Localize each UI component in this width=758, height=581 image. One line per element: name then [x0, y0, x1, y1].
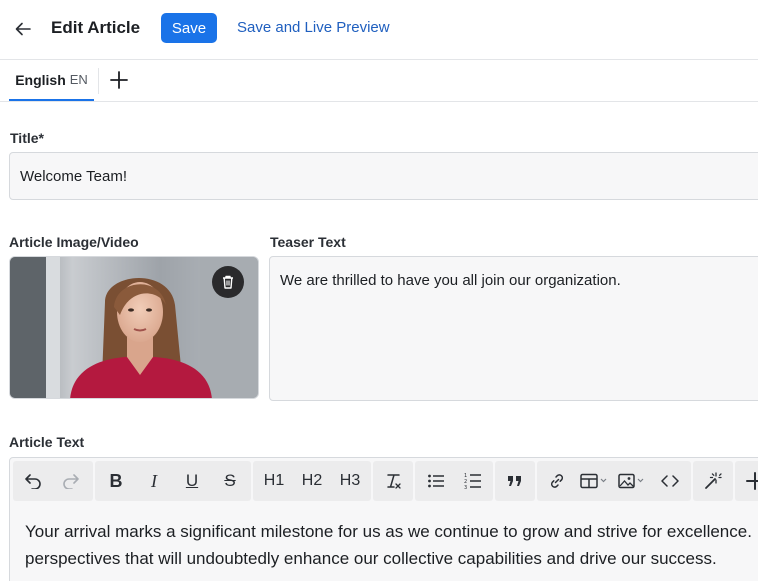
delete-media-button[interactable] [212, 266, 244, 298]
source-code-icon[interactable] [651, 461, 689, 501]
toolbar-group-format: B I U S [95, 461, 251, 501]
toolbar-group-lists: 123 [415, 461, 493, 501]
tab-language-code: EN [69, 72, 88, 87]
toolbar-group-quote [495, 461, 535, 501]
bulleted-list-icon[interactable] [417, 461, 454, 501]
teaser-text-value: We are thrilled to have you all join our… [280, 272, 621, 289]
underline-icon[interactable]: U [173, 461, 211, 501]
toolbar-group-headings: H1 H2 H3 [253, 461, 371, 501]
title-input[interactable] [9, 152, 758, 200]
heading-1-button[interactable]: H1 [255, 461, 293, 501]
magic-wand-icon[interactable] [695, 461, 731, 501]
media-label: Article Image/Video [9, 234, 139, 250]
page-title: Edit Article [51, 18, 141, 37]
tab-english[interactable]: English EN [9, 60, 94, 101]
link-icon[interactable] [539, 461, 575, 501]
numbered-list-icon[interactable]: 123 [454, 461, 491, 501]
save-and-live-preview-link[interactable]: Save and Live Preview [237, 19, 390, 36]
toolbar-group-history [13, 461, 93, 501]
italic-icon[interactable]: I [135, 461, 173, 501]
toolbar-group-clear [373, 461, 413, 501]
article-text-label: Article Text [9, 434, 85, 450]
toolbar-group-insert [537, 461, 691, 501]
article-body-line: perspectives that will undoubtedly enhan… [25, 549, 717, 568]
teaser-label: Teaser Text [270, 234, 346, 250]
heading-2-button[interactable]: H2 [293, 461, 331, 501]
undo-icon[interactable] [15, 461, 51, 501]
bold-icon[interactable]: B [97, 461, 135, 501]
toolbar-group-more [735, 461, 758, 501]
heading-3-button[interactable]: H3 [331, 461, 369, 501]
back-arrow-icon[interactable] [12, 18, 34, 40]
language-tabs: English EN [0, 60, 758, 102]
redo-icon[interactable] [51, 461, 91, 501]
blockquote-icon[interactable] [497, 461, 533, 501]
editor-toolbar: B I U S H1 H2 H3 123 [13, 461, 758, 501]
save-button[interactable]: Save [161, 13, 217, 43]
teaser-text-input[interactable]: We are thrilled to have you all join our… [269, 256, 758, 401]
article-video-thumbnail[interactable] [9, 256, 259, 399]
image-dropdown-icon[interactable] [613, 461, 651, 501]
strikethrough-icon[interactable]: S [211, 461, 249, 501]
article-text-editor[interactable]: B I U S H1 H2 H3 123 Your arrival marks … [9, 457, 758, 581]
tab-label: English [15, 71, 66, 88]
article-body-line: Your arrival marks a significant milesto… [25, 522, 752, 541]
table-dropdown-icon[interactable] [575, 461, 613, 501]
page-header: Edit Article Save Save and Live Preview [0, 0, 758, 60]
add-language-icon[interactable] [107, 68, 131, 92]
article-body-text[interactable]: Your arrival marks a significant milesto… [25, 518, 758, 572]
title-label: Title* [10, 130, 44, 146]
tab-divider [98, 68, 99, 94]
toolbar-group-ai [693, 461, 733, 501]
clear-formatting-icon[interactable] [375, 461, 411, 501]
insert-more-icon[interactable] [737, 461, 758, 501]
trash-icon [223, 275, 233, 289]
svg-text:3: 3 [464, 485, 467, 490]
